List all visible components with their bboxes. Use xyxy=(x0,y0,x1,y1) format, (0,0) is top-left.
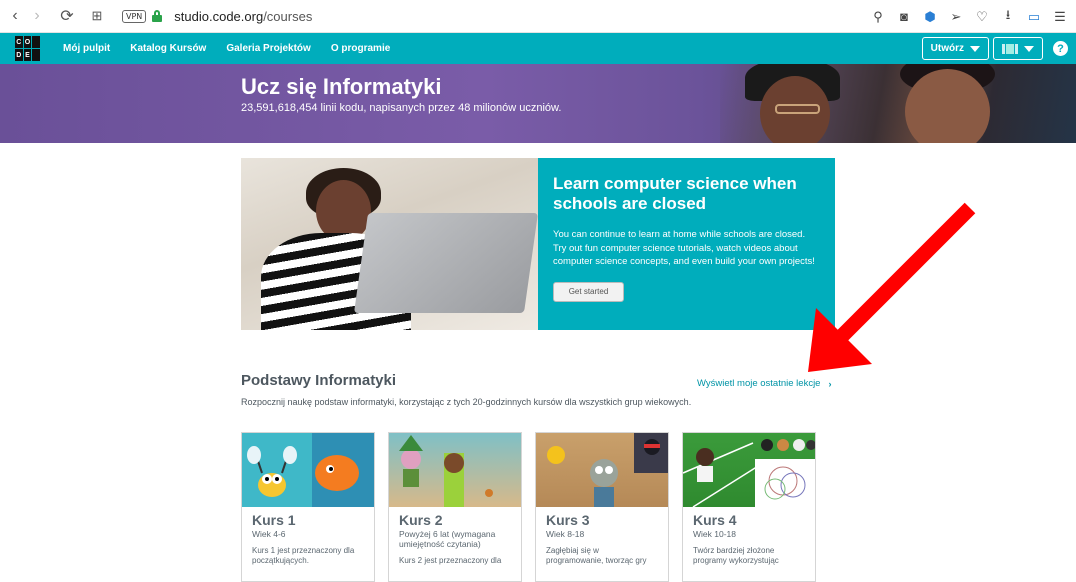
course-age: Wiek 10-18 xyxy=(693,529,736,539)
logo-letter-blank xyxy=(32,36,40,48)
course-age: Wiek 8-18 xyxy=(546,529,585,539)
chevron-down-icon xyxy=(1024,45,1034,52)
url-path: /courses xyxy=(263,8,313,24)
heart-icon[interactable]: ♡ xyxy=(974,9,990,25)
view-recent-lessons-link[interactable]: Wyświetl moje ostatnie lekcje › xyxy=(697,378,831,389)
hero-person-1-glasses xyxy=(775,104,820,114)
view-recent-lessons-label: Wyświetl moje ostatnie lekcje xyxy=(697,378,821,389)
hero-banner: Ucz się Informatyki 23,591,618,454 linii… xyxy=(0,64,1076,143)
create-button[interactable]: Utwórz xyxy=(921,37,989,60)
nav-link-project-gallery[interactable]: Galeria Projektów xyxy=(226,43,310,54)
promo-photo xyxy=(241,158,538,330)
course-description: Zagłębiaj się w programowanie, tworząc g… xyxy=(546,546,647,565)
hero-title: Ucz się Informatyki xyxy=(241,74,442,99)
logo-letter-blank-2 xyxy=(32,49,40,61)
logo-letter-d: D xyxy=(15,49,23,61)
section-description: Rozpocznij naukę podstaw informatyki, ko… xyxy=(241,397,692,407)
course-title: Kurs 3 xyxy=(546,512,590,528)
reload-icon[interactable]: ⟳ xyxy=(56,5,78,27)
chevron-right-icon: › xyxy=(828,378,832,389)
course-4-image xyxy=(683,433,815,507)
forward-icon[interactable]: › xyxy=(26,5,48,27)
course-card[interactable]: Kurs 3 Wiek 8-18 Zagłębiaj się w program… xyxy=(535,432,669,582)
camera-icon[interactable]: ◙ xyxy=(896,9,912,25)
section-title: Podstawy Informatyki xyxy=(241,372,397,389)
nav-link-course-catalog[interactable]: Katalog Kursów xyxy=(130,43,206,54)
send-icon[interactable]: ➢ xyxy=(948,9,964,25)
help-icon[interactable]: ? xyxy=(1053,41,1068,56)
site-nav: C O D E Mój pulpit Katalog Kursów Galeri… xyxy=(0,33,1076,64)
user-name-redacted xyxy=(1002,43,1018,54)
course-title: Kurs 2 xyxy=(399,512,443,528)
lock-icon[interactable] xyxy=(152,10,163,22)
course-title: Kurs 1 xyxy=(252,512,296,528)
search-icon[interactable]: ⚲ xyxy=(870,9,886,25)
promo-text-panel: Learn computer science when schools are … xyxy=(538,158,835,330)
course-cards: Kurs 1 Wiek 4-6 Kurs 1 jest przeznaczony… xyxy=(241,432,816,582)
hero-subtitle: 23,591,618,454 linii kodu, napisanych pr… xyxy=(241,102,562,114)
nav-link-dashboard[interactable]: Mój pulpit xyxy=(63,43,110,54)
promo-body: You can continue to learn at home while … xyxy=(553,229,815,267)
course-2-image xyxy=(389,433,521,507)
promo-laptop xyxy=(353,213,538,313)
nav-links: Mój pulpit Katalog Kursów Galeria Projek… xyxy=(63,43,390,54)
menu-icon[interactable]: ☰ xyxy=(1052,9,1068,25)
course-1-image xyxy=(242,433,374,507)
logo-letter-c: C xyxy=(15,36,23,48)
browser-toolbar: ‹ › ⟳ ⊞ VPN studio.code.org/courses ⚲ ◙ … xyxy=(0,0,1076,33)
course-card[interactable]: Kurs 2 Powyżej 6 lat (wymagana umiejętno… xyxy=(388,432,522,582)
course-description: Twórz bardziej złożone programy wykorzys… xyxy=(693,546,779,565)
back-icon[interactable]: ‹ xyxy=(4,5,26,27)
course-card[interactable]: Kurs 1 Wiek 4-6 Kurs 1 jest przeznaczony… xyxy=(241,432,375,582)
logo-letter-e: E xyxy=(23,49,32,61)
promo-title: Learn computer science when schools are … xyxy=(553,174,797,213)
chevron-down-icon xyxy=(970,45,980,52)
annotation-arrow xyxy=(808,202,976,372)
course-description: Kurs 2 jest przeznaczony dla xyxy=(399,556,502,565)
vpn-badge[interactable]: VPN xyxy=(122,9,147,23)
create-button-label: Utwórz xyxy=(930,43,964,54)
course-age: Wiek 4-6 xyxy=(252,529,286,539)
code-logo[interactable]: C O D E xyxy=(15,36,40,61)
download-icon[interactable]: ⭳ xyxy=(1000,7,1016,25)
logo-letter-o: O xyxy=(23,36,32,48)
course-age: Powyżej 6 lat (wymagana umiejętność czyt… xyxy=(399,529,496,549)
shield-check-icon[interactable]: ⬢ xyxy=(922,9,938,25)
course-description: Kurs 1 jest przeznaczony dla początkując… xyxy=(252,546,355,565)
url-domain: studio.code.org xyxy=(174,8,264,24)
get-started-button[interactable]: Get started xyxy=(553,281,624,302)
user-menu-button[interactable] xyxy=(993,37,1043,60)
course-title: Kurs 4 xyxy=(693,512,737,528)
battery-icon[interactable]: ▭ xyxy=(1026,9,1042,25)
speed-dial-icon[interactable]: ⊞ xyxy=(86,5,108,27)
promo-card: Learn computer science when schools are … xyxy=(241,158,835,330)
course-card[interactable]: Kurs 4 Wiek 10-18 Twórz bardziej złożone… xyxy=(682,432,816,582)
address-bar[interactable]: studio.code.org/courses xyxy=(174,9,312,24)
course-3-image xyxy=(536,433,668,507)
nav-link-about[interactable]: O programie xyxy=(331,43,390,54)
